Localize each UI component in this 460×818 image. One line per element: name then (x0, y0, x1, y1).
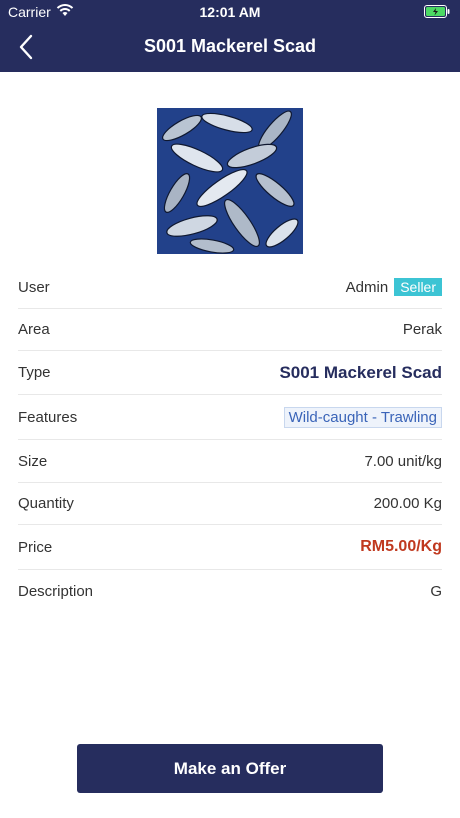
detail-row-price: Price RM5.00/Kg (18, 525, 442, 570)
detail-row-quantity: Quantity 200.00 Kg (18, 483, 442, 525)
user-value: Admin Seller (346, 278, 442, 296)
page-title: S001 Mackerel Scad (143, 36, 317, 56)
price-label: Price (18, 538, 53, 556)
status-bar: Carrier 12:01 AM (0, 0, 460, 24)
detail-row-size: Size 7.00 unit/kg (18, 440, 442, 483)
product-photo (157, 108, 303, 254)
description-label: Description (18, 583, 94, 600)
size-label: Size (18, 452, 48, 470)
area-value: Perak (402, 321, 442, 338)
price-value: RM5.00/Kg (360, 538, 442, 555)
detail-row-features: Features Wild-caught - Trawling (18, 395, 442, 440)
status-time: 12:01 AM (199, 4, 261, 20)
chevron-left-icon (19, 34, 33, 60)
area-label: Area (18, 321, 50, 338)
detail-row-description: Description G (18, 570, 442, 613)
back-button[interactable] (12, 32, 40, 62)
description-value: G (430, 583, 442, 600)
detail-list: User Admin Seller Area Perak Type S001 Ma… (18, 266, 442, 613)
detail-row-area: Area Perak (18, 309, 442, 351)
detail-row-user: User Admin Seller (18, 266, 442, 309)
quantity-label: Quantity (18, 495, 74, 512)
size-value: 7.00 unit/kg (364, 452, 442, 470)
user-name: Admin (345, 279, 389, 296)
type-value: S001 Mackerel Scad (279, 362, 442, 382)
features-label: Features (18, 408, 78, 426)
seller-badge: Seller (394, 278, 442, 296)
app-header: Carrier 12:01 AM S001 Mackerel Scad (0, 0, 460, 72)
type-label: Type (18, 364, 51, 381)
make-offer-button[interactable]: Make an Offer (77, 744, 383, 793)
user-label: User (18, 278, 50, 296)
detail-row-type: Type S001 Mackerel Scad (18, 351, 442, 395)
quantity-value: 200.00 Kg (373, 495, 442, 512)
feature-tag: Wild-caught - Trawling (283, 406, 442, 428)
battery-icon (424, 5, 450, 21)
